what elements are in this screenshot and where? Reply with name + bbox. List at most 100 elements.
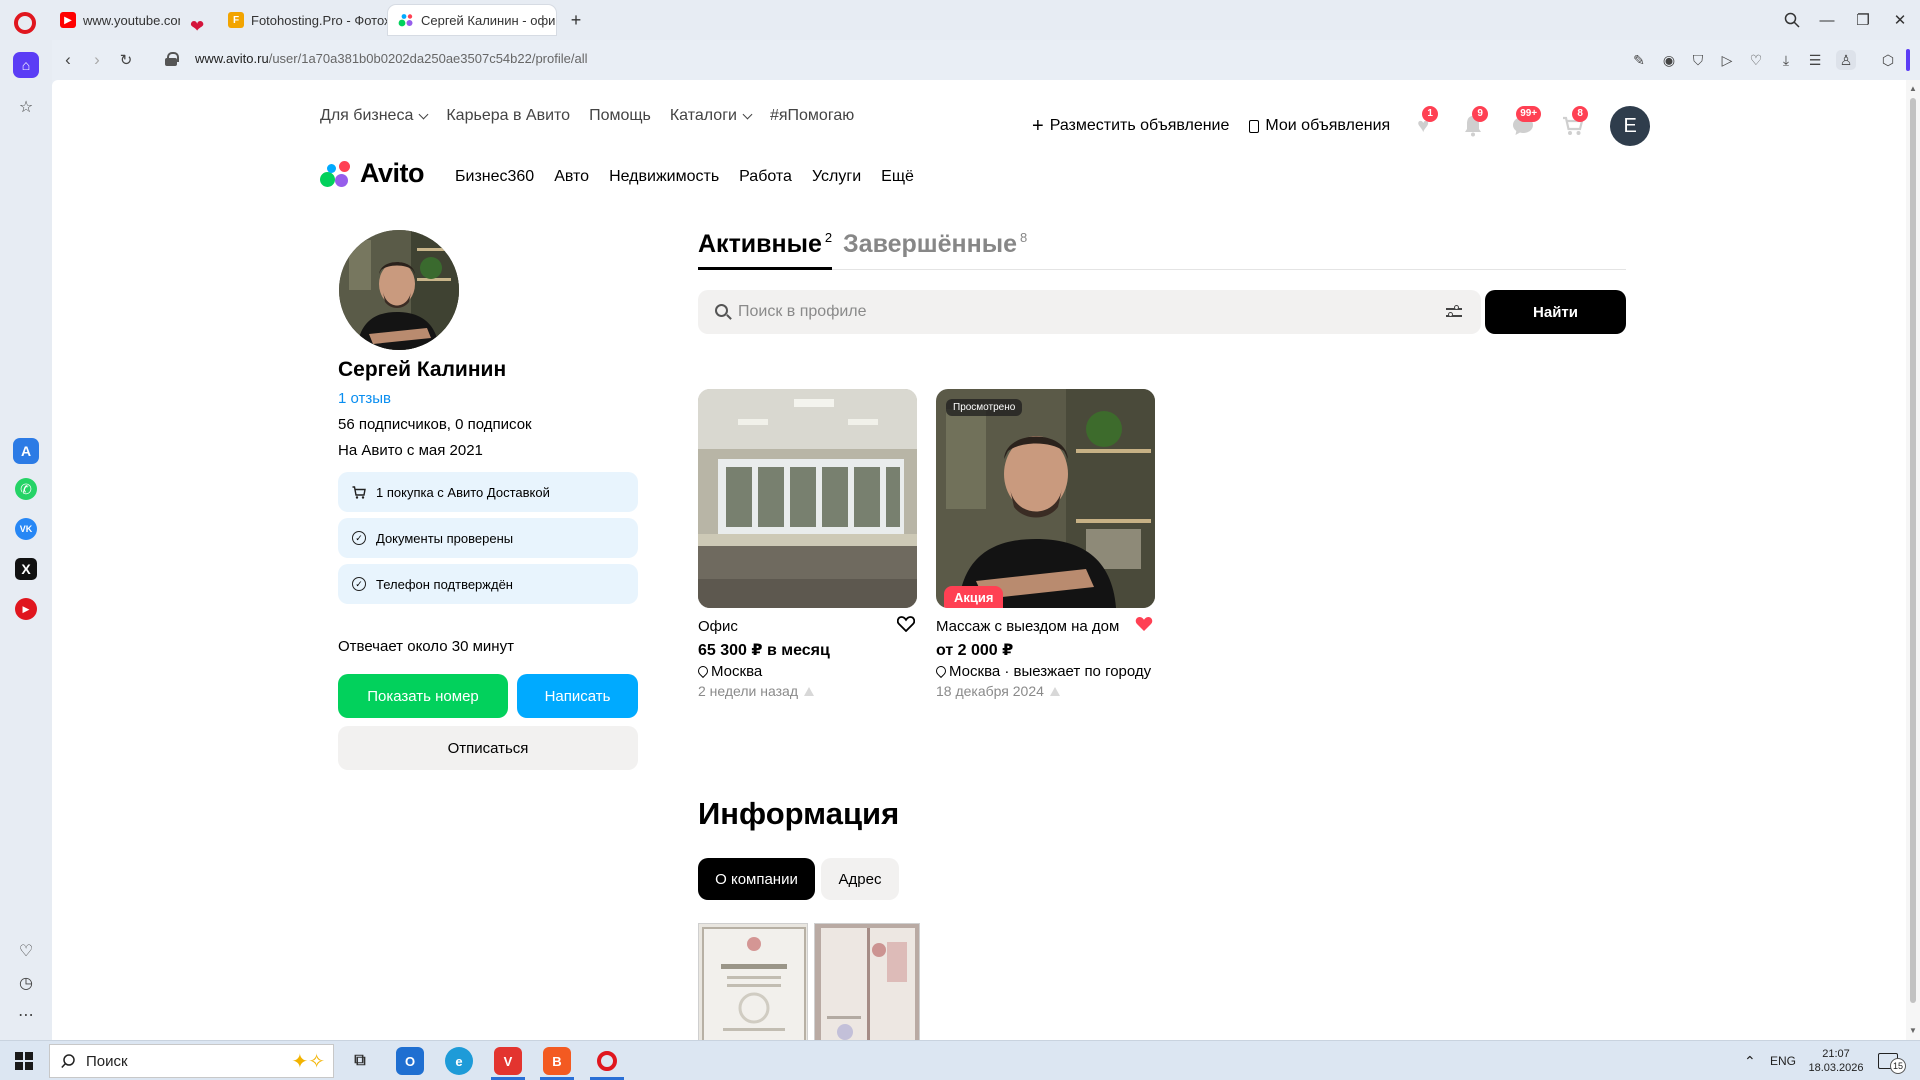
reviews-link[interactable]: 1 отзыв bbox=[338, 390, 391, 407]
vivaldi-icon[interactable]: V bbox=[494, 1047, 522, 1075]
music-player-icon[interactable]: ▶ bbox=[15, 598, 37, 620]
avito-logo-icon bbox=[320, 159, 354, 189]
cube-icon[interactable]: ⬡ bbox=[1878, 50, 1898, 70]
listing-card[interactable]: Офис 65 300 ₽ в месяц Москва 2 недели на… bbox=[695, 389, 917, 699]
messages-button[interactable]: 99+ bbox=[1510, 106, 1542, 139]
download-icon[interactable]: ⤓ bbox=[1776, 50, 1796, 70]
brave-icon[interactable]: B bbox=[543, 1047, 571, 1075]
nav-for-business[interactable]: Для бизнеса bbox=[320, 107, 429, 125]
youtube-icon: ▶ bbox=[60, 12, 76, 28]
vk-icon[interactable]: VK bbox=[15, 518, 37, 540]
listing-photo[interactable]: Просмотрено Акция bbox=[936, 389, 1155, 608]
aria-icon[interactable]: A bbox=[13, 438, 39, 464]
x-twitter-icon[interactable]: X bbox=[15, 558, 37, 580]
filter-sliders-icon[interactable] bbox=[1446, 305, 1462, 319]
category-auto[interactable]: Авто bbox=[554, 168, 589, 186]
write-button[interactable]: Написать bbox=[517, 674, 638, 718]
forward-icon[interactable]: › bbox=[85, 48, 109, 72]
language-indicator[interactable]: ENG bbox=[1770, 1041, 1796, 1080]
history-clock-icon[interactable]: ◷ bbox=[13, 970, 39, 996]
restore-icon[interactable]: ❐ bbox=[1850, 8, 1876, 32]
tab-finished[interactable]: Завершённые 8 bbox=[843, 230, 1027, 270]
heart-outline-icon[interactable]: ♡ bbox=[1746, 50, 1766, 70]
user-avatar[interactable]: E bbox=[1610, 106, 1651, 146]
opera-logo-icon[interactable] bbox=[14, 12, 36, 34]
scrollbar-thumb[interactable] bbox=[1910, 98, 1916, 1003]
avito-logo[interactable]: Avito bbox=[320, 158, 425, 189]
listing-price: от 2 000 ₽ bbox=[936, 642, 1014, 659]
star-icon[interactable]: ☆ bbox=[13, 94, 39, 120]
windows-start-icon[interactable] bbox=[10, 1047, 38, 1075]
listing-photo[interactable] bbox=[698, 389, 917, 608]
url-path: /user/1a70a381b0b0202da250ae3507c54b22/p… bbox=[268, 51, 588, 66]
category-jobs[interactable]: Работа bbox=[739, 168, 792, 186]
nav-career[interactable]: Карьера в Авито bbox=[446, 107, 570, 125]
certificate-image[interactable] bbox=[698, 923, 808, 1040]
heart-icon[interactable]: ❤ bbox=[190, 17, 204, 37]
minimize-icon[interactable]: — bbox=[1814, 8, 1840, 32]
reload-icon[interactable]: ↻ bbox=[114, 48, 138, 72]
more-icon[interactable]: ⋯ bbox=[13, 1002, 39, 1028]
tray-chevron-up-icon[interactable]: ⌃ bbox=[1744, 1041, 1756, 1080]
notifications-button[interactable]: 9 bbox=[1460, 106, 1489, 139]
new-tab-plus-icon[interactable]: + bbox=[565, 9, 587, 31]
opera-taskbar-icon[interactable] bbox=[593, 1047, 621, 1075]
favorite-heart-filled-icon[interactable] bbox=[1135, 616, 1153, 638]
home-icon[interactable]: ⌂ bbox=[13, 52, 39, 78]
listing-card[interactable]: Просмотрено Акция Массаж с выездом на до… bbox=[933, 389, 1155, 699]
tab-youtube[interactable]: ▶ www.youtube.com bbox=[50, 5, 180, 35]
category-services[interactable]: Услуги bbox=[812, 168, 861, 186]
favorites-button[interactable]: ♥ 1 bbox=[1410, 106, 1439, 139]
cart-button[interactable]: 8 bbox=[1560, 106, 1589, 139]
nav-label: Каталоги bbox=[669, 107, 737, 124]
notification-center-icon[interactable]: 15 bbox=[1878, 1041, 1906, 1080]
listing-title[interactable]: Массаж с выездом на дом bbox=[936, 617, 1121, 637]
task-view-icon[interactable]: ⧉ bbox=[346, 1047, 374, 1075]
listing-title[interactable]: Офис bbox=[698, 617, 883, 637]
post-ad-link[interactable]: + Разместить объявление bbox=[1032, 116, 1229, 136]
lock-icon[interactable] bbox=[165, 52, 179, 66]
tab-about-company[interactable]: О компании bbox=[698, 858, 815, 900]
nav-catalogs[interactable]: Каталоги bbox=[669, 107, 753, 125]
page-scrollbar[interactable]: ▲ ▼ bbox=[1906, 80, 1920, 1040]
scroll-down-icon[interactable]: ▼ bbox=[1906, 1024, 1920, 1038]
category-realty[interactable]: Недвижимость bbox=[609, 168, 719, 186]
address-bar[interactable]: www.avito.ru/user/1a70a381b0b0202da250ae… bbox=[195, 51, 587, 66]
favorites-badge: 1 bbox=[1422, 106, 1439, 122]
back-icon[interactable]: ‹ bbox=[56, 48, 80, 72]
category-more[interactable]: Ещё bbox=[881, 168, 914, 186]
sidebar-toggle-icon[interactable] bbox=[1906, 49, 1910, 71]
play-icon[interactable]: ▷ bbox=[1717, 50, 1737, 70]
certificate-image[interactable] bbox=[814, 923, 920, 1040]
category-business360[interactable]: Бизнес360 bbox=[455, 168, 534, 186]
close-icon[interactable]: ✕ bbox=[1887, 8, 1913, 32]
find-button[interactable]: Найти bbox=[1485, 290, 1626, 334]
shield-icon[interactable]: ⛉ bbox=[1688, 50, 1708, 70]
favorite-heart-outline-icon[interactable] bbox=[896, 616, 916, 638]
edit-icon[interactable]: ✎ bbox=[1629, 50, 1649, 70]
search-tabs-icon[interactable] bbox=[1779, 8, 1805, 32]
tab-avito[interactable]: Сергей Калинин - офици bbox=[388, 5, 556, 35]
verification-label: Документы проверены bbox=[376, 530, 514, 546]
edge-icon[interactable]: e bbox=[445, 1047, 473, 1075]
unsubscribe-button[interactable]: Отписаться bbox=[338, 726, 638, 770]
tab-fotohosting[interactable]: F Fotohosting.Pro - Фотохо bbox=[218, 5, 388, 35]
outlook-icon[interactable]: O bbox=[396, 1047, 424, 1075]
my-ads-link[interactable]: Мои объявления bbox=[1249, 117, 1390, 135]
tab-active[interactable]: Активные 2 bbox=[698, 230, 833, 270]
tab-address[interactable]: Адрес bbox=[821, 858, 899, 900]
search-input[interactable] bbox=[738, 290, 1418, 334]
heart-icon[interactable]: ♡ bbox=[13, 938, 39, 964]
menu-lines-icon[interactable]: ☰ bbox=[1805, 50, 1825, 70]
nav-i-help[interactable]: #яПомогаю bbox=[770, 107, 854, 125]
whatsapp-icon[interactable]: ✆ bbox=[15, 478, 37, 500]
show-phone-button[interactable]: Показать номер bbox=[338, 674, 508, 718]
nav-help[interactable]: Помощь bbox=[589, 107, 651, 125]
profile-icon[interactable]: ♙ bbox=[1836, 50, 1856, 70]
camera-icon[interactable]: ◉ bbox=[1659, 50, 1679, 70]
taskbar-clock[interactable]: 21:07 18.03.2026 bbox=[1806, 1041, 1866, 1080]
scroll-up-icon[interactable]: ▲ bbox=[1906, 82, 1920, 96]
taskbar-search[interactable]: Поиск ✦✧ bbox=[49, 1044, 334, 1078]
verification-label: 1 покупка с Авито Доставкой bbox=[376, 484, 550, 500]
tab-strip: ▶ www.youtube.com ❤ F Fotohosting.Pro - … bbox=[0, 0, 1920, 40]
